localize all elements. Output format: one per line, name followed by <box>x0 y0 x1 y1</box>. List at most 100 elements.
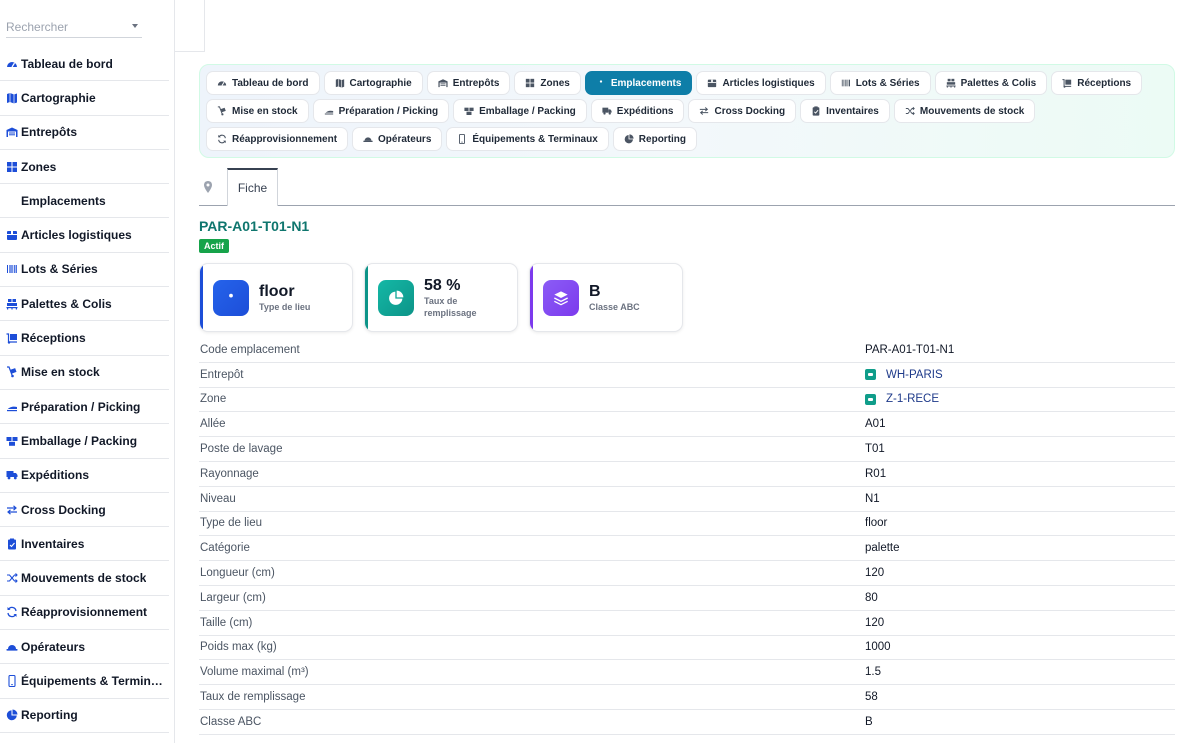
tab-2[interactable]: Cartographie <box>323 71 423 95</box>
tab-5[interactable]: Emplacements <box>584 71 693 95</box>
tab-1[interactable]: Tableau de bord <box>206 71 320 95</box>
tab-19[interactable]: Équipements & Terminaux <box>446 127 609 151</box>
tab-8[interactable]: Palettes & Colis <box>934 71 1048 95</box>
sidebar-item-label: Cross Docking <box>21 502 106 517</box>
clipboard-check-icon <box>811 106 821 116</box>
tab-18[interactable]: Opérateurs <box>352 127 443 151</box>
picking-icon <box>324 106 334 116</box>
sidebar-item-17[interactable]: Réapprovisionnement <box>0 596 169 631</box>
arrows-left-right-icon <box>6 504 18 516</box>
tab-16[interactable]: Mouvements de stock <box>893 99 1036 123</box>
tab-label: Cartographie <box>349 77 412 89</box>
tab-11[interactable]: Préparation / Picking <box>312 99 450 123</box>
sidebar-item-9[interactable]: Réceptions <box>0 321 169 356</box>
hand-truck-icon <box>217 106 227 116</box>
tab-label: Reporting <box>638 133 687 145</box>
tab-label: Réceptions <box>1077 77 1132 89</box>
sidebar-item-19[interactable]: Équipements & Terminaux <box>0 664 169 699</box>
kpi-cards: floor Type de lieu 58 % Taux de remplissage… <box>199 263 683 332</box>
sidebar-item-label: Articles logistiques <box>21 228 132 243</box>
detail-label: Longueur (cm) <box>200 567 275 580</box>
tab-fiche[interactable]: Fiche <box>227 168 278 206</box>
table-row: Poids max (kg) 1000 <box>199 636 1175 661</box>
sidebar-item-1[interactable]: Tableau de bord <box>0 47 169 82</box>
detail-label: Taux de remplissage <box>200 691 306 704</box>
detail-value[interactable]: Z-1-RECE <box>886 393 939 405</box>
card-accent-bar <box>200 264 203 331</box>
detail-label: Entrepôt <box>200 368 244 381</box>
sidebar-item-label: Palettes & Colis <box>21 296 112 311</box>
chevron-down-icon[interactable] <box>132 24 138 28</box>
sidebar-item-16[interactable]: Mouvements de stock <box>0 561 169 596</box>
tab-label: Équipements & Terminaux <box>472 133 598 145</box>
sidebar-item-14[interactable]: Cross Docking <box>0 493 169 528</box>
sidebar: Tableau de bord Cartographie Entrepôts Zone… <box>0 0 175 743</box>
detail-value: 1.5 <box>865 666 881 679</box>
tab-label: Mise en stock <box>232 105 298 117</box>
table-row: Type de lieu floor <box>199 512 1175 537</box>
tab-9[interactable]: Réceptions <box>1051 71 1143 95</box>
sidebar-item-12[interactable]: Emballage / Packing <box>0 424 169 459</box>
sidebar-item-18[interactable]: Opérateurs <box>0 630 169 665</box>
table-row: Taux de remplissage 58 <box>199 685 1175 710</box>
detail-label: Code emplacement <box>200 343 300 356</box>
detail-label: Niveau <box>200 492 236 505</box>
detail-label: Taille (cm) <box>200 616 253 629</box>
detail-value: 1000 <box>865 641 891 654</box>
sidebar-item-13[interactable]: Expéditions <box>0 459 169 493</box>
tab-15[interactable]: Inventaires <box>800 99 890 123</box>
sidebar-item-10[interactable]: Mise en stock <box>0 356 169 390</box>
hard-hat-icon <box>363 134 373 144</box>
tab-13[interactable]: Expéditions <box>590 99 685 123</box>
search-select[interactable] <box>6 14 142 38</box>
tab-label: Expéditions <box>616 105 674 117</box>
sidebar-item-3[interactable]: Entrepôts <box>0 116 169 150</box>
sidebar-item-label: Emplacements <box>21 193 106 208</box>
sidebar-item-label: Réapprovisionnement <box>21 605 148 620</box>
tab-20[interactable]: Reporting <box>612 127 698 151</box>
tab-6[interactable]: Articles logistiques <box>696 71 826 95</box>
sidebar-item-4[interactable]: Zones <box>0 150 169 185</box>
detail-link[interactable]: Z-1-RECE <box>865 393 939 405</box>
tab-10[interactable]: Mise en stock <box>206 99 309 123</box>
tab-label: Articles logistiques <box>722 77 815 89</box>
sidebar-item-label: Mise en stock <box>21 365 100 380</box>
tab-3[interactable]: Entrepôts <box>426 71 511 95</box>
sidebar-item-label: Reporting <box>21 708 78 723</box>
pie-chart-icon <box>6 709 18 721</box>
barcode-icon <box>841 78 851 88</box>
dolly-icon <box>1062 78 1072 88</box>
box-icon <box>6 229 18 241</box>
tab-17[interactable]: Réapprovisionnement <box>206 127 349 151</box>
search-input[interactable] <box>6 14 126 34</box>
shuffle-icon <box>905 106 915 116</box>
mobile-icon <box>6 674 18 687</box>
sidebar-item-label: Opérateurs <box>21 639 86 654</box>
detail-value[interactable]: WH-PARIS <box>886 369 943 381</box>
pallet-icon <box>6 298 18 310</box>
sidebar-item-label: Réceptions <box>21 331 86 346</box>
detail-value: 80 <box>865 591 878 604</box>
sidebar-item-6[interactable]: Articles logistiques <box>0 218 169 253</box>
tab-14[interactable]: Cross Docking <box>688 99 797 123</box>
sidebar-item-7[interactable]: Lots & Séries <box>0 253 169 288</box>
tab-12[interactable]: Emballage / Packing <box>453 99 587 123</box>
detail-link[interactable]: WH-PARIS <box>865 369 943 381</box>
sidebar-item-15[interactable]: Inventaires <box>0 527 169 562</box>
tab-4[interactable]: Zones <box>514 71 581 95</box>
sidebar-item-5[interactable]: Emplacements <box>0 184 169 219</box>
sidebar-item-label: Tableau de bord <box>21 56 113 71</box>
tab-7[interactable]: Lots & Séries <box>829 71 931 95</box>
tab-label: Préparation / Picking <box>338 105 439 117</box>
location-pin-icon <box>213 279 249 316</box>
page-title: PAR-A01-T01-N1 <box>199 218 310 234</box>
warehouse-icon <box>438 78 448 88</box>
warehouse-icon <box>865 393 876 405</box>
sidebar-item-2[interactable]: Cartographie <box>0 81 169 116</box>
location-pin-icon[interactable] <box>203 181 213 193</box>
card-accent-bar <box>365 264 368 331</box>
sidebar-item-8[interactable]: Palettes & Colis <box>0 287 169 322</box>
sidebar-item-20[interactable]: Reporting <box>0 699 169 733</box>
sidebar-item-11[interactable]: Préparation / Picking <box>0 390 169 425</box>
tab-label: Opérateurs <box>378 133 432 145</box>
